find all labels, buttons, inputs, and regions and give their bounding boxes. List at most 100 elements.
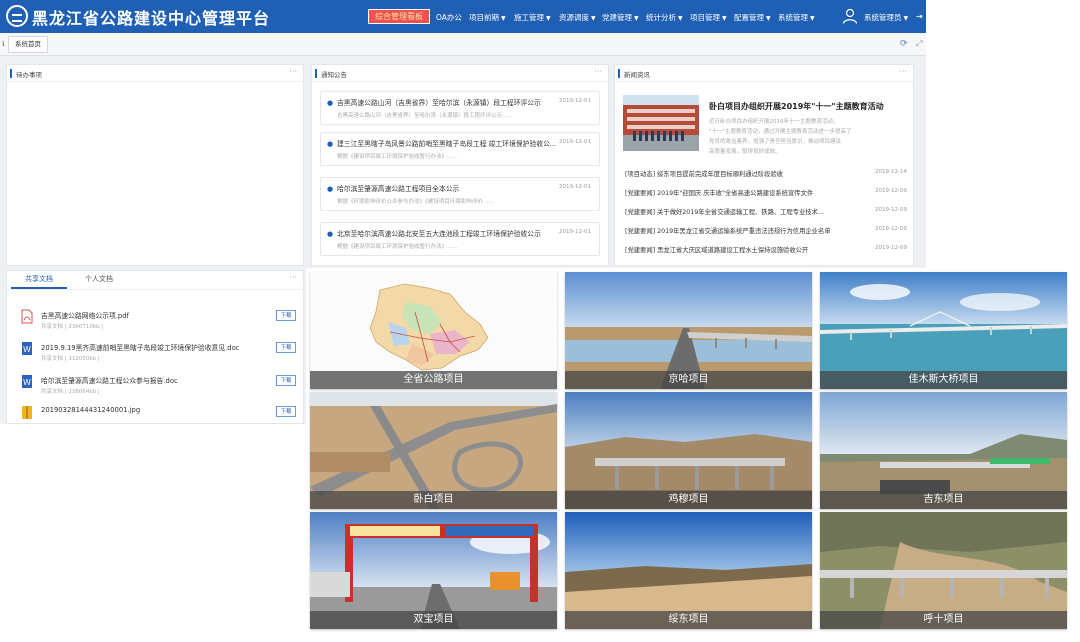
caret-down-icon: ▼ [546, 15, 551, 22]
nav-item-oa[interactable]: OA办公 [436, 12, 462, 23]
more-icon[interactable]: ··· [899, 67, 907, 76]
download-button[interactable]: 下载 [276, 310, 296, 321]
notice-item[interactable]: ● 建三江至黑瞎子岛风景公路前哨至黑瞎子岛段工程 竣工环境保护验收公... 根据… [320, 132, 600, 166]
document-item[interactable]: 吉黑高速公路网络公示项.pdf 共享文档 | 2360710kb | 下载 [21, 309, 306, 333]
nav-item-construction[interactable]: 施工管理 ▼ [514, 12, 551, 23]
tab-shared-docs[interactable]: 共享文档 [25, 274, 53, 284]
nav-item-label: 项目前期 [469, 13, 499, 22]
nav-item-preliminary[interactable]: 项目前期 ▼ [469, 12, 506, 23]
project-name: 吉东项目 [820, 491, 1067, 509]
word-file-icon: W [22, 375, 32, 388]
news-item[interactable]: [党建要闻] 2019年"迎国庆 庆丰收"全省高速公路建设系统宣传文件 2019… [625, 188, 907, 198]
news-title: [党建要闻] 2019年"迎国庆 庆丰收"全省高速公路建设系统宣传文件 [625, 190, 814, 197]
news-item[interactable]: [党建要闻] 关于做好2019年全省交通运输工程、铁路、工程专业技术... 20… [625, 207, 907, 217]
caret-down-icon: ▼ [501, 15, 506, 22]
nav-item-label: 项目管理 [690, 13, 720, 22]
dashboard-highlight-button[interactable]: 综合管理看板 [368, 9, 430, 24]
bullet-icon: ● [327, 230, 334, 238]
notice-summary: 根据《建设项目竣工环境保护验收暂行办法》…… [337, 244, 459, 250]
tab-bar [0, 33, 926, 56]
notice-title: 哈尔滨至肇源高速公路工程项目全本公示 [337, 185, 460, 193]
project-tile-jimu[interactable]: 鸡穆项目 [565, 392, 812, 509]
caret-down-icon: ▼ [634, 15, 639, 22]
news-item[interactable]: [党建要闻] 黑龙江省大庆区域道路建设工程水土保持设施验收公开 2019-12-… [625, 245, 907, 255]
tab-personal-docs[interactable]: 个人文档 [85, 274, 113, 284]
nav-item-project[interactable]: 项目管理 ▼ [690, 12, 727, 23]
nav-item-party[interactable]: 党建管理 ▼ [602, 12, 639, 23]
notice-item[interactable]: ● 北京至哈尔滨高速公路北安至五大连池段工程竣工环境保护验收公示 根据《建设项目… [320, 222, 600, 256]
nav-item-statistics[interactable]: 统计分析 ▼ [646, 12, 683, 23]
project-tile-wobai[interactable]: 卧白项目 [310, 392, 557, 509]
caret-down-icon: ▼ [591, 15, 596, 22]
download-button[interactable]: 下载 [276, 406, 296, 417]
more-icon[interactable]: ··· [594, 67, 602, 76]
project-tile-jiamusi[interactable]: 佳木斯大桥项目 [820, 272, 1067, 389]
notice-date: 2019-12-01 [559, 229, 591, 235]
news-panel: 新闻资讯 ··· 卧白项目办组织开展2019年"十一"主题教育活动 近日卧白项目… [614, 64, 914, 266]
bullet-icon: ● [327, 140, 334, 148]
caret-down-icon: ▼ [903, 15, 909, 22]
expand-icon[interactable]: ⤢ [916, 39, 922, 49]
title-accent [315, 69, 317, 78]
title-accent [618, 69, 620, 78]
image-file-icon [22, 406, 32, 419]
refresh-icon[interactable]: ⟳ [900, 39, 908, 49]
caret-down-icon: ▼ [810, 15, 815, 22]
download-button[interactable]: 下载 [276, 375, 296, 386]
news-date: 2019-12-09 [875, 226, 907, 232]
caret-down-icon: ▼ [766, 15, 771, 22]
user-icon[interactable] [842, 8, 858, 24]
notice-summary: 吉黑高速公路山河（吉黑省界）至哈尔滨（永源镇）段工程环评公示…… [337, 113, 514, 119]
nav-item-label: 统计分析 [646, 13, 676, 22]
document-meta: 共享文档 | 238064kb | [41, 389, 100, 395]
news-title: [党建要闻] 黑龙江省大庆区域道路建设工程水土保持设施验收公开 [625, 247, 809, 254]
user-menu[interactable]: 系统管理员 ▼ [864, 12, 908, 23]
panel-title: 新闻资讯 [624, 71, 650, 79]
panel-header: 新闻资讯 ··· [615, 65, 913, 82]
logout-icon[interactable]: ⇥ [916, 12, 923, 21]
project-name: 卧白项目 [310, 491, 557, 509]
todo-panel: 待办事项 ··· [6, 64, 304, 266]
nav-item-system[interactable]: 系统管理 ▼ [778, 12, 815, 23]
info-icon: ℹ [2, 40, 5, 48]
nav-item-config[interactable]: 配置管理 ▼ [734, 12, 771, 23]
notice-item[interactable]: ● 吉黑高速公路山河（吉黑省界）至哈尔滨（永源镇）段工程环评公示 吉黑高速公路山… [320, 91, 600, 125]
notice-title: 吉黑高速公路山河（吉黑省界）至哈尔滨（永源镇）段工程环评公示 [337, 99, 541, 107]
document-item[interactable]: W 哈尔滨至肇源高速公路工程公众参与报告.doc 共享文档 | 238064kb… [21, 374, 306, 398]
project-name: 呼十项目 [820, 611, 1067, 629]
featured-news-summary: 高质量发展，取得良好成效。 [709, 149, 781, 155]
app-title: 黑龙江省公路建设中心管理平台 [32, 9, 271, 28]
project-tile-shuangbao[interactable]: 双宝项目 [310, 512, 557, 629]
featured-news-title[interactable]: 卧白项目办组织开展2019年"十一"主题教育活动 [709, 101, 884, 112]
nav-item-resources[interactable]: 资源调度 ▼ [559, 12, 596, 23]
document-item[interactable]: 20190328144431240001.jpg 下载 [21, 405, 306, 429]
nav-item-label: 系统管理 [778, 13, 808, 22]
project-name: 佳木斯大桥项目 [820, 371, 1067, 389]
download-button[interactable]: 下载 [276, 342, 296, 353]
active-tab-indicator [11, 287, 67, 289]
project-tile-hushi[interactable]: 呼十项目 [820, 512, 1067, 629]
news-date: 2019-12-14 [875, 169, 907, 175]
project-tile-jingha[interactable]: 京哈项目 [565, 272, 812, 389]
nav-item-label: 施工管理 [514, 13, 544, 22]
project-name: 鸡穆项目 [565, 491, 812, 509]
notice-item[interactable]: ● 哈尔滨至肇源高速公路工程项目全本公示 根据《环境影响评价公众参与办法》《建设… [320, 177, 600, 211]
caret-down-icon: ▼ [678, 15, 683, 22]
more-icon[interactable]: ··· [289, 67, 297, 76]
featured-news-summary: 近日卧白项目办组织开展2019年十一主题教育活动， [709, 119, 839, 125]
panel-header: 通知公告 ··· [312, 65, 608, 82]
news-title: [项目动态] 绥东项目提前完成年度目标顺利通过阶段验收 [625, 171, 784, 178]
document-item[interactable]: W 2019.9.19黑齐高速前哨至黑瞎子岛段竣工环境保护验收意见.doc 共享… [21, 341, 306, 365]
news-photo[interactable] [623, 95, 699, 151]
project-name: 绥东项目 [565, 611, 812, 629]
featured-news-summary: "十一"主题教育活动，通过开展主题教育活动进一步提高了 [709, 129, 852, 135]
project-tile-province[interactable]: 全省公路项目 [310, 272, 557, 389]
document-name: 哈尔滨至肇源高速公路工程公众参与报告.doc [41, 377, 178, 385]
project-tile-suidong[interactable]: 绥东项目 [565, 512, 812, 629]
news-item[interactable]: [党建要闻] 2019年黑龙江省交通运输系统严重违法违规行为信用企业名单 201… [625, 226, 907, 236]
tab-home[interactable]: 系统首页 [8, 36, 48, 53]
project-tile-jidong[interactable]: 吉东项目 [820, 392, 1067, 509]
more-icon[interactable]: ··· [289, 273, 297, 282]
news-item[interactable]: [项目动态] 绥东项目提前完成年度目标顺利通过阶段验收 2019-12-14 [625, 169, 907, 179]
news-title: [党建要闻] 关于做好2019年全省交通运输工程、铁路、工程专业技术... [625, 209, 824, 216]
